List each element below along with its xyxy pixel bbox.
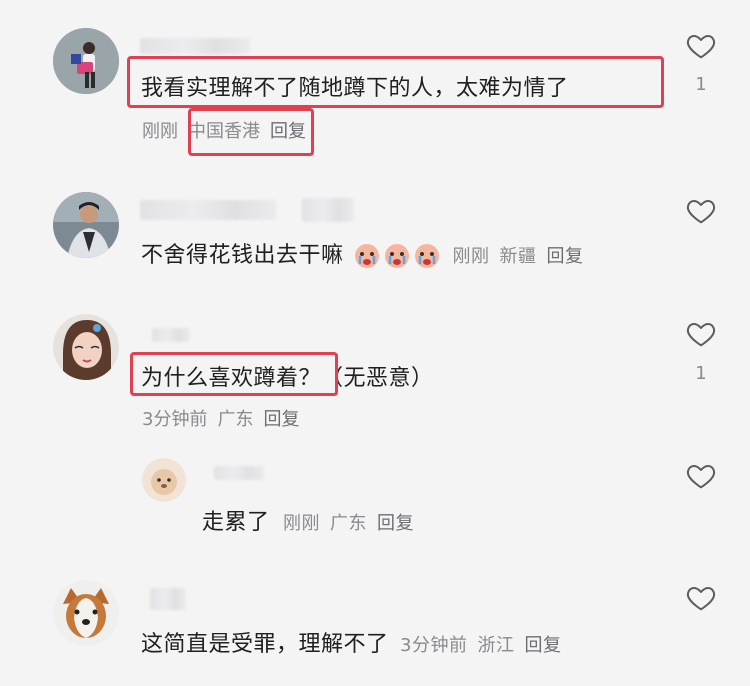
- comment-time: 3分钟前: [400, 635, 468, 656]
- highlight-box: [130, 352, 338, 396]
- avatar-photo: [53, 192, 119, 258]
- comment-location: 广东: [217, 409, 254, 430]
- username-blurred: [152, 328, 190, 342]
- avatar[interactable]: [53, 314, 119, 380]
- like-button[interactable]: [684, 195, 718, 227]
- avatar-photo: [53, 28, 119, 94]
- comment-location: 广东: [330, 513, 368, 534]
- avatar[interactable]: [53, 192, 119, 258]
- comment-time: 3分钟前: [142, 409, 208, 430]
- username-blurred: [214, 466, 264, 480]
- reply-button[interactable]: 回复: [547, 246, 584, 267]
- comment-location: 新疆: [499, 246, 537, 267]
- username-blurred: [140, 200, 276, 220]
- like-count: 1: [695, 363, 707, 384]
- comment-time: 刚刚: [452, 246, 490, 267]
- like-button[interactable]: [684, 582, 718, 614]
- like-button[interactable]: [684, 30, 718, 62]
- username-blurred: [150, 588, 186, 610]
- avatar[interactable]: [53, 580, 119, 646]
- username-blurred: [302, 198, 354, 222]
- crying-face-emoji: [355, 244, 380, 268]
- comment-text: 这简直是受罪，理解不了: [141, 632, 389, 657]
- like-button[interactable]: [684, 318, 718, 350]
- crying-face-emoji: [415, 244, 440, 268]
- heart-outline-icon: [686, 200, 716, 224]
- avatar[interactable]: [142, 458, 186, 502]
- highlight-box: [127, 56, 664, 108]
- comment-meta: 3分钟前 广东 回复: [142, 405, 309, 431]
- reply-button[interactable]: 回复: [263, 409, 299, 430]
- comment-text-row: 这简直是受罪，理解不了 3分钟前 浙江 回复: [141, 626, 571, 658]
- comment-meta: 3分钟前 浙江 回复: [400, 635, 571, 656]
- comment-meta: 刚刚 新疆 回复: [453, 246, 594, 267]
- heart-outline-icon: [686, 465, 716, 489]
- crying-face-emoji: [351, 243, 449, 268]
- comment-location: 浙江: [477, 635, 515, 656]
- username-blurred: [140, 38, 250, 54]
- comment-text-row: 不舍得花钱出去干嘛 刚刚 新疆 回复: [141, 237, 594, 270]
- comment-meta: 刚刚 广东 回复: [283, 513, 424, 534]
- avatar-photo: [53, 580, 119, 646]
- comment-time: 刚刚: [283, 513, 321, 534]
- heart-outline-icon: [686, 587, 716, 611]
- avatar[interactable]: [53, 28, 119, 94]
- crying-face-emoji: [385, 244, 410, 268]
- heart-outline-icon: [686, 323, 716, 347]
- avatar-photo: [142, 458, 186, 502]
- heart-outline-icon: [686, 35, 716, 59]
- reply-button[interactable]: 回复: [377, 513, 414, 534]
- avatar-photo: [53, 314, 119, 380]
- like-button[interactable]: [684, 460, 718, 492]
- comment-text: 不舍得花钱出去干嘛: [141, 243, 344, 268]
- comment-time: 刚刚: [142, 121, 178, 142]
- reply-button[interactable]: 回复: [524, 635, 561, 656]
- highlight-box: [188, 108, 314, 156]
- comment-text: 走累了: [202, 510, 270, 535]
- comment-text-row: 走累了 刚刚 广东 回复: [202, 504, 424, 536]
- like-count: 1: [695, 74, 707, 95]
